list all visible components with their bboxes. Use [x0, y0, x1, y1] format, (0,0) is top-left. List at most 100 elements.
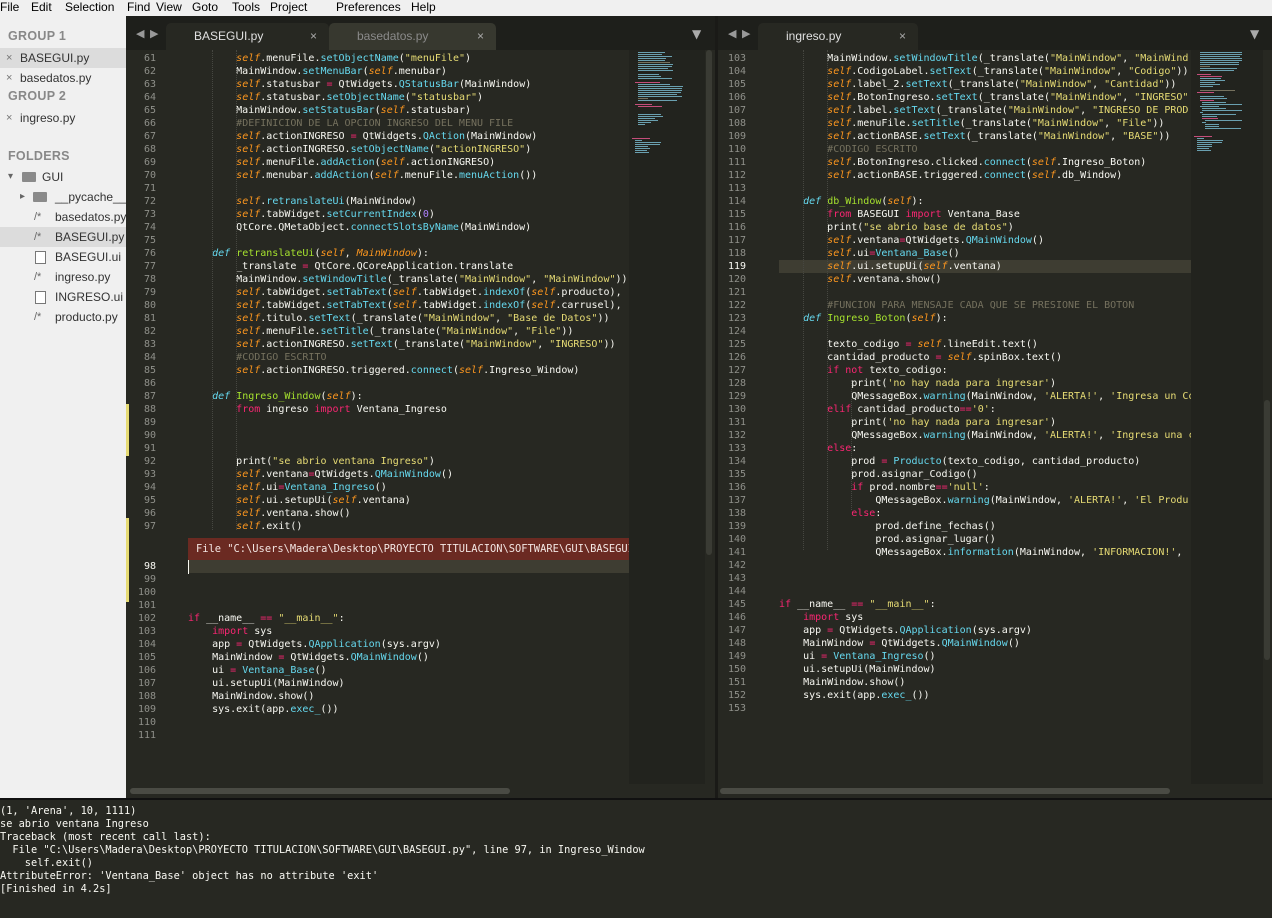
chevron-down-icon[interactable]: ▾ — [8, 167, 13, 187]
code-line[interactable]: if not texto_codigo: — [779, 364, 947, 377]
code-line[interactable]: app = QtWidgets.QApplication(sys.argv) — [188, 638, 441, 651]
code-line[interactable]: cantidad_producto = self.spinBox.text() — [779, 351, 1062, 364]
code-line[interactable]: texto_codigo = self.lineEdit.text() — [779, 338, 1038, 351]
code-line[interactable]: else: — [779, 442, 857, 455]
vertical-scrollbar[interactable] — [706, 50, 712, 555]
code-line[interactable]: self.retranslateUi(MainWindow) — [188, 195, 417, 208]
tab-scroll-left-icon[interactable]: ◀ — [136, 27, 144, 40]
vertical-scrollbar[interactable] — [1264, 400, 1270, 660]
folder-gui[interactable]: ▾ GUI — [0, 167, 126, 187]
code-line[interactable]: self.actionBASE.setText(_translate("Main… — [779, 130, 1170, 143]
code-line[interactable]: from ingreso import Ventana_Ingreso — [188, 403, 447, 416]
menu-help[interactable]: Help — [411, 0, 436, 15]
code-line[interactable]: self.menuFile.setObjectName("menuFile") — [188, 52, 471, 65]
tree-file-basegui-ui[interactable]: BASEGUI.ui — [0, 247, 126, 267]
menu-tools[interactable]: Tools — [232, 0, 260, 15]
code-line[interactable]: print('no hay nada para ingresar') — [779, 416, 1056, 429]
code-line[interactable]: self.ventana=QtWidgets.QMainWindow() — [188, 468, 453, 481]
tree-file-ingreso[interactable]: /* ingreso.py — [0, 267, 126, 287]
code-line[interactable]: self.ui=Ventana_Ingreso() — [188, 481, 387, 494]
tab-basedatos[interactable]: basedatos.py × — [329, 23, 496, 50]
code-line[interactable]: print("se abrio ventana Ingreso") — [188, 455, 435, 468]
code-line[interactable]: self.label_2.setText(_translate("MainWin… — [779, 78, 1176, 91]
tab-basegui[interactable]: BASEGUI.py × — [166, 23, 329, 50]
folder-pycache[interactable]: ▸ __pycache__ — [0, 187, 126, 207]
code-line[interactable]: self.menuFile.addAction(self.actionINGRE… — [188, 156, 495, 169]
code-line[interactable]: self.menubar.addAction(self.menuFile.men… — [188, 169, 537, 182]
open-file-ingreso[interactable]: × ingreso.py — [0, 108, 126, 128]
code-line[interactable]: MainWindow.setWindowTitle(_translate("Ma… — [188, 273, 627, 286]
chevron-right-icon[interactable]: ▸ — [20, 187, 25, 207]
code-line[interactable]: import sys — [779, 611, 863, 624]
code-line[interactable]: self.tabWidget.setTabText(self.tabWidget… — [188, 299, 621, 312]
code-line[interactable]: MainWindow.setStatusBar(self.statusbar) — [188, 104, 471, 117]
minimap[interactable] — [629, 50, 705, 784]
pane-divider[interactable] — [715, 16, 718, 798]
menu-find[interactable]: Find — [127, 0, 150, 15]
code-line[interactable]: QMessageBox.information(MainWindow, 'INF… — [779, 546, 1182, 559]
code-line[interactable]: def retranslateUi(self, MainWindow): — [188, 247, 429, 260]
code-line[interactable]: self.tabWidget.setTabText(self.tabWidget… — [188, 286, 621, 299]
tree-file-producto[interactable]: /* producto.py — [0, 307, 126, 327]
code-line[interactable]: import sys — [188, 625, 272, 638]
menu-goto[interactable]: Goto — [192, 0, 218, 15]
open-file-basedatos[interactable]: × basedatos.py — [0, 68, 126, 88]
code-line[interactable]: if __name__ == "__main__": — [779, 598, 936, 611]
code-line[interactable]: self.ventana=QtWidgets.QMainWindow() — [779, 234, 1044, 247]
code-line[interactable]: self.BotonIngreso.clicked.connect(self.I… — [779, 156, 1146, 169]
code-line[interactable]: ui = Ventana_Ingreso() — [779, 650, 936, 663]
tab-scroll-right-icon[interactable]: ▶ — [150, 27, 158, 40]
close-tab-icon[interactable]: × — [310, 23, 317, 50]
code-line[interactable]: self.ui.setupUi(self.ventana) — [779, 260, 1002, 273]
code-line[interactable]: ui.setupUi(MainWindow) — [779, 663, 935, 676]
tree-file-basegui[interactable]: /* BASEGUI.py — [0, 227, 126, 247]
close-icon[interactable]: × — [6, 108, 12, 128]
code-line[interactable]: ui.setupUi(MainWindow) — [188, 677, 344, 690]
code-line[interactable]: elif cantidad_producto=='0': — [779, 403, 996, 416]
code-line[interactable]: print("se abrio base de datos") — [779, 221, 1014, 234]
code-line[interactable]: self.CodigoLabel.setText(_translate("Mai… — [779, 65, 1188, 78]
code-line[interactable]: sys.exit(app.exec_()) — [188, 703, 338, 716]
code-line[interactable]: MainWindow.setMenuBar(self.menubar) — [188, 65, 447, 78]
code-line[interactable]: MainWindow = QtWidgets.QMainWindow() — [188, 651, 429, 664]
code-line[interactable]: MainWindow.setWindowTitle(_translate("Ma… — [779, 52, 1188, 65]
open-file-basegui[interactable]: × BASEGUI.py — [0, 48, 126, 68]
code-line[interactable]: QtCore.QMetaObject.connectSlotsByName(Ma… — [188, 221, 531, 234]
code-line[interactable]: self.actionBASE.triggered.connect(self.d… — [779, 169, 1122, 182]
code-line[interactable]: self.titulo.setText(_translate("MainWind… — [188, 312, 609, 325]
tree-file-ingreso-ui[interactable]: INGRESO.ui — [0, 287, 126, 307]
horizontal-scrollbar[interactable] — [130, 788, 510, 794]
menu-view[interactable]: View — [156, 0, 182, 15]
code-line[interactable]: self.actionINGRESO.setObjectName("action… — [188, 143, 531, 156]
code-line[interactable]: if prod.nombre=='null': — [779, 481, 990, 494]
code-line[interactable]: from BASEGUI import Ventana_Base — [779, 208, 1020, 221]
code-line[interactable]: self.statusbar.setObjectName("statusbar"… — [188, 91, 483, 104]
code-line[interactable]: QMessageBox.warning(MainWindow, 'ALERTA!… — [779, 390, 1191, 403]
code-line[interactable]: QMessageBox.warning(MainWindow, 'ALERTA!… — [779, 494, 1188, 507]
code-line[interactable]: #CODIGO ESCRITO — [779, 143, 917, 156]
close-tab-icon[interactable]: × — [477, 23, 484, 50]
close-tab-icon[interactable]: × — [899, 23, 906, 50]
code-line[interactable]: self.statusbar = QtWidgets.QStatusBar(Ma… — [188, 78, 531, 91]
code-line[interactable]: #FUNCION PARA MENSAJE CADA QUE SE PRESIO… — [779, 299, 1134, 312]
code-line[interactable]: self.label.setText(_translate("MainWindo… — [779, 104, 1188, 117]
code-line[interactable]: self.menuFile.setTitle(_translate("MainW… — [779, 117, 1164, 130]
code-line[interactable]: def Ingreso_Boton(self): — [779, 312, 948, 325]
code-line[interactable]: else: — [779, 507, 881, 520]
menu-project[interactable]: Project — [270, 0, 307, 15]
menu-edit[interactable]: Edit — [31, 0, 52, 15]
tab-scroll-right-icon[interactable]: ▶ — [742, 27, 750, 40]
code-line[interactable]: app = QtWidgets.QApplication(sys.argv) — [779, 624, 1032, 637]
tab-ingreso[interactable]: ingreso.py × — [758, 23, 918, 50]
code-line[interactable]: self.exit() — [188, 520, 302, 533]
code-line[interactable]: print('no hay nada para ingresar') — [779, 377, 1056, 390]
code-line[interactable]: MainWindow.show() — [188, 690, 314, 703]
menu-preferences[interactable]: Preferences — [336, 0, 401, 15]
tab-dropdown-icon[interactable]: ▼ — [692, 27, 701, 41]
code-line[interactable]: self.ui=Ventana_Base() — [779, 247, 959, 260]
tab-scroll-left-icon[interactable]: ◀ — [728, 27, 736, 40]
code-line[interactable]: MainWindow.show() — [779, 676, 905, 689]
tab-dropdown-icon[interactable]: ▼ — [1250, 27, 1259, 41]
code-line[interactable]: prod = Producto(texto_codigo, cantidad_p… — [779, 455, 1140, 468]
code-line[interactable]: self.actionINGRESO.triggered.connect(sel… — [188, 364, 579, 377]
